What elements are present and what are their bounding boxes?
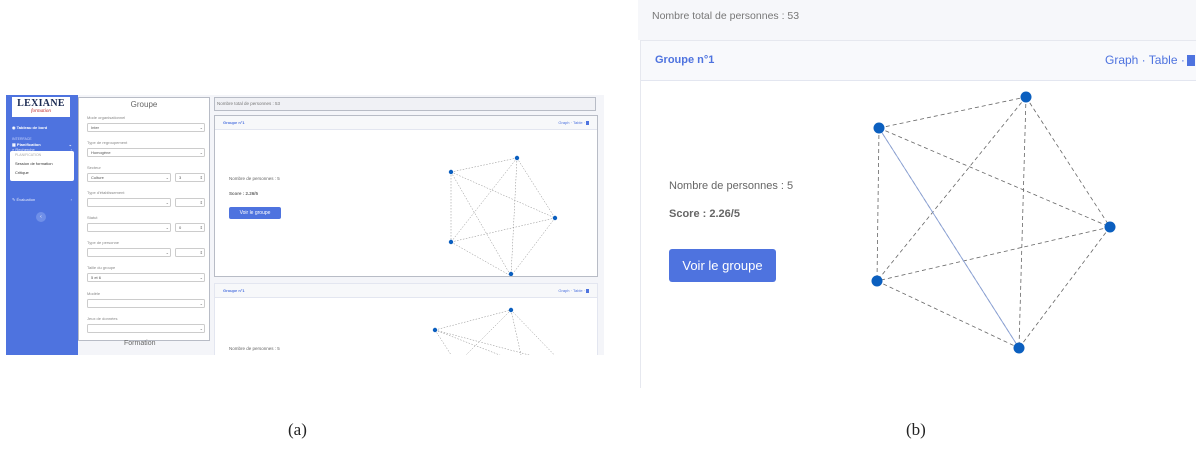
- submenu-item-critique[interactable]: Critique: [15, 170, 29, 175]
- chevron-down-icon: ⌄: [165, 200, 169, 205]
- stepper-icon: ⇕: [199, 250, 203, 255]
- person-count: Nombre de personnes : 5: [229, 176, 280, 181]
- chevron-down-icon: ⌄: [165, 175, 169, 180]
- number-etablissement[interactable]: ⇕: [175, 198, 205, 207]
- group-card: Groupe n°1 Graph · Table · Nombre de per…: [640, 40, 1196, 388]
- chevron-down-icon: ⌄: [68, 142, 72, 147]
- stepper-icon: ⇕: [199, 225, 203, 230]
- card-title: Groupe n°1: [223, 120, 245, 125]
- dashboard-icon: ◉: [12, 125, 16, 130]
- select-statut[interactable]: ⌄: [87, 223, 171, 232]
- formation-title: Formation: [124, 340, 156, 347]
- total-persons: Nombre total de personnes : 53: [638, 0, 1196, 40]
- field-label: Type de personne: [87, 240, 120, 245]
- document-icon[interactable]: [586, 120, 589, 125]
- group-card: Groupe n°1 Graph · Table · Nombre de per…: [214, 283, 598, 355]
- card-header: Groupe n°1 Graph · Table ·: [215, 284, 597, 298]
- graph-node[interactable]: [432, 327, 438, 333]
- select-secteur[interactable]: Culture ⌄: [87, 173, 171, 182]
- field-label: Modèle: [87, 291, 101, 296]
- card-header: Groupe n°1 Graph · Table ·: [215, 116, 597, 130]
- select-type-personne[interactable]: ⌄: [87, 248, 171, 257]
- chevron-down-icon: ⌄: [199, 275, 203, 280]
- view-links[interactable]: Graph · Table ·: [558, 288, 589, 293]
- caption-b: (b): [906, 420, 926, 439]
- planning-submenu: PLANIFICATION Session de formation Criti…: [10, 151, 74, 181]
- number-statut[interactable]: 0 ⇕: [175, 223, 205, 232]
- select-mode[interactable]: Inter ⌄: [87, 123, 205, 132]
- sidebar-item-dashboard[interactable]: ◉ Tableau de bord: [12, 125, 47, 130]
- screenshot-a: LEXIANE formation ◉ Tableau de bord INTE…: [6, 95, 604, 355]
- graph-node[interactable]: [873, 122, 885, 134]
- chevron-down-icon: ⌄: [165, 225, 169, 230]
- calendar-icon: ▦: [12, 142, 16, 147]
- screenshot-b: Nombre total de personnes : 53 Groupe n°…: [638, 0, 1196, 388]
- number-type-personne[interactable]: ⇕: [175, 248, 205, 257]
- chevron-down-icon: ⌄: [199, 326, 203, 331]
- field-label: Secteur: [87, 165, 101, 170]
- field-label: Taille du groupe: [87, 265, 116, 270]
- field-label: Mode organisationnel: [87, 115, 126, 120]
- submenu-header: PLANIFICATION: [15, 153, 42, 157]
- person-count: Nombre de personnes : 5: [229, 346, 280, 351]
- logo[interactable]: LEXIANE formation: [12, 97, 70, 117]
- number-secteur[interactable]: 3 ⇕: [175, 173, 205, 182]
- filter-panel: Groupe Mode organisationnel Inter ⌄ Type …: [78, 97, 210, 341]
- graph-node[interactable]: [1104, 221, 1116, 233]
- graph-nodes: [448, 155, 558, 276]
- caption-a: (a): [288, 420, 307, 439]
- sidebar-item-planning[interactable]: ▦ Planification ⌄: [12, 142, 72, 147]
- sidebar: LEXIANE formation ◉ Tableau de bord INTE…: [6, 95, 78, 355]
- graph-node[interactable]: [508, 307, 514, 313]
- graph-node[interactable]: [1020, 91, 1032, 103]
- filter-title: Groupe: [130, 100, 158, 109]
- score: Score : 2.26/5: [229, 191, 259, 196]
- graph-node[interactable]: [448, 169, 454, 175]
- field-label: Statut: [87, 215, 98, 220]
- document-icon[interactable]: [586, 288, 589, 293]
- graph-edges: [876, 96, 1111, 349]
- group-card: Groupe n°1 Graph · Table · Nombre de per…: [214, 115, 598, 277]
- chevron-right-icon: ›: [70, 197, 72, 202]
- graph-node[interactable]: [514, 155, 520, 161]
- total-persons: Nombre total de personnes : 53: [214, 97, 596, 111]
- select-regroupement[interactable]: Homogène ⌄: [87, 148, 205, 157]
- chevron-down-icon: ⌄: [165, 250, 169, 255]
- graph-edges: [450, 157, 556, 276]
- group-graph: [432, 307, 555, 355]
- field-label: Jeux de données: [87, 316, 118, 321]
- graph-node[interactable]: [448, 239, 454, 245]
- card-title: Groupe n°1: [223, 288, 245, 293]
- stepper-icon: ⇕: [199, 200, 203, 205]
- field-label: Type d'établissement: [87, 190, 125, 195]
- sidebar-item-evaluation[interactable]: ✎ Évaluation ›: [12, 197, 72, 202]
- stepper-icon: ⇕: [199, 175, 203, 180]
- group-graph: [871, 91, 1116, 354]
- select-modele[interactable]: ⌄: [87, 299, 205, 308]
- pencil-icon: ✎: [12, 197, 16, 202]
- sidebar-section-label: INTERFACE: [12, 137, 32, 141]
- graph-node[interactable]: [508, 271, 514, 276]
- graph-node[interactable]: [1013, 342, 1025, 354]
- view-group-button[interactable]: Voir le groupe: [229, 207, 281, 219]
- chevron-down-icon: ⌄: [199, 301, 203, 306]
- select-taille[interactable]: 5 et 6 ⌄: [87, 273, 205, 282]
- graph-nodes: [871, 91, 1116, 354]
- chevron-down-icon: ⌄: [199, 150, 203, 155]
- select-etablissement[interactable]: ⌄: [87, 198, 171, 207]
- chevron-down-icon: ⌄: [199, 125, 203, 130]
- field-label: Type de regroupement: [87, 140, 128, 145]
- sidebar-toggle-button[interactable]: ‹: [36, 212, 46, 222]
- view-links[interactable]: Graph · Table ·: [558, 120, 589, 125]
- select-jeux-donnees[interactable]: ⌄: [87, 324, 205, 333]
- graph-node[interactable]: [871, 275, 883, 287]
- graph-node[interactable]: [552, 215, 558, 221]
- graph-edges: [434, 309, 555, 355]
- group-graph: [448, 155, 558, 276]
- submenu-item-session[interactable]: Session de formation: [15, 161, 53, 166]
